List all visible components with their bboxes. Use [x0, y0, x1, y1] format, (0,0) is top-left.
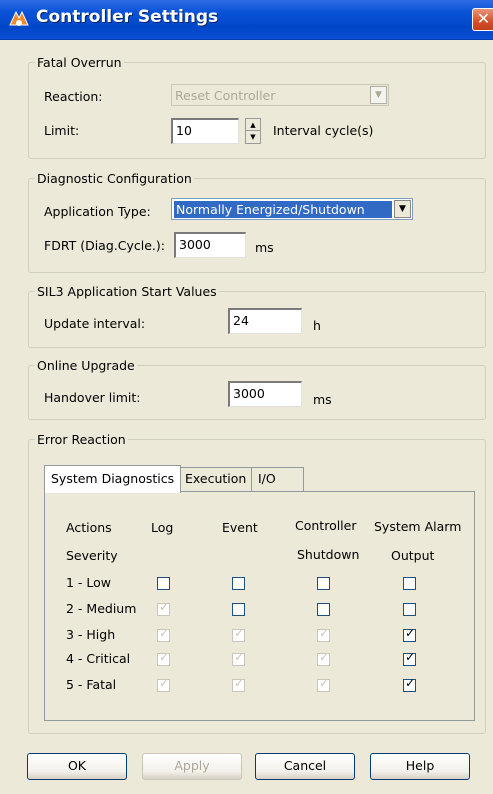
fdrt-input[interactable]: 3000 [174, 232, 246, 258]
close-button[interactable]: ✕ [472, 8, 493, 31]
log-header: Log [151, 520, 174, 535]
tab-system-diagnostics[interactable]: System Diagnostics [44, 465, 182, 493]
alarm-checkbox[interactable]: ✓ [403, 626, 416, 642]
event-checkbox[interactable]: ✓ [232, 626, 245, 642]
tab-io[interactable]: I/O [251, 467, 304, 491]
tab-label: Execution [185, 471, 247, 486]
tab-label: System Diagnostics [51, 471, 175, 486]
handover-limit-input[interactable]: 3000 [228, 381, 302, 407]
check-icon: ✓ [319, 626, 330, 640]
apply-button[interactable]: Apply [142, 753, 242, 780]
event-header: Event [222, 520, 258, 535]
window-title: Controller Settings [36, 7, 219, 27]
severity-label: 5 - Fatal [66, 677, 117, 692]
diagnostic-legend: Diagnostic Configuration [37, 171, 192, 186]
log-checkbox[interactable]: ✓ [157, 600, 170, 616]
check-icon: ✓ [234, 650, 245, 664]
shutdown-header: Shutdown [297, 547, 360, 562]
ok-button[interactable]: OK [27, 753, 127, 780]
update-interval-input[interactable]: 24 [228, 308, 302, 334]
controller-header: Controller [295, 518, 357, 533]
shutdown-checkbox[interactable]: ✓ [317, 650, 330, 666]
diagnostic-group: Diagnostic Configuration [28, 171, 486, 273]
alarm-checkbox[interactable]: ✓ [403, 650, 416, 666]
handover-limit-label: Handover limit: [44, 390, 141, 405]
check-icon: ✓ [319, 676, 330, 690]
spin-down-icon[interactable]: ▼ [246, 131, 260, 143]
severity-label: 3 - High [66, 627, 116, 642]
cancel-button[interactable]: Cancel [255, 753, 355, 780]
severity-label: 1 - Low [66, 575, 112, 590]
severity-header: Severity [66, 548, 118, 563]
check-icon: ✓ [319, 650, 330, 664]
event-checkbox[interactable]: ✓ [232, 650, 245, 666]
alarm-checkbox[interactable] [403, 577, 416, 590]
application-type-select[interactable]: Normally Energized/Shutdown ▼ [171, 198, 413, 220]
shutdown-checkbox[interactable] [317, 603, 330, 616]
update-interval-unit: h [313, 318, 321, 333]
limit-input[interactable]: 10 [171, 118, 239, 144]
update-interval-label: Update interval: [44, 316, 146, 331]
severity-label: 4 - Critical [66, 651, 131, 666]
title-bar[interactable]: Controller Settings ✕ [0, 0, 493, 40]
check-icon: ✓ [234, 626, 245, 640]
check-icon: ✓ [234, 676, 245, 690]
fdrt-label: FDRT (Diag.Cycle.): [44, 238, 165, 253]
close-icon: ✕ [476, 9, 491, 28]
reaction-value: Reset Controller [175, 88, 276, 103]
tab-execution[interactable]: Execution [178, 467, 254, 491]
limit-stepper[interactable]: ▲ ▼ [245, 118, 261, 144]
event-checkbox[interactable] [232, 603, 245, 616]
update-interval-value: 24 [233, 313, 249, 328]
tab-label: I/O [258, 471, 276, 486]
limit-label: Limit: [44, 123, 80, 138]
shutdown-checkbox[interactable]: ✓ [317, 676, 330, 692]
severity-label: 2 - Medium [66, 601, 137, 616]
app-icon [9, 10, 29, 26]
spin-up-icon[interactable]: ▲ [246, 119, 260, 131]
check-icon: ✓ [159, 626, 170, 640]
check-icon: ✓ [405, 626, 416, 640]
check-icon: ✓ [405, 676, 416, 690]
alarm-checkbox[interactable]: ✓ [403, 676, 416, 692]
actions-header: Actions [66, 520, 112, 535]
reaction-select[interactable]: Reset Controller ▼ [171, 84, 389, 106]
event-checkbox[interactable] [232, 577, 245, 590]
online-upgrade-legend: Online Upgrade [37, 358, 135, 373]
fdrt-value: 3000 [179, 237, 211, 252]
handover-limit-unit: ms [313, 392, 332, 407]
application-type-value: Normally Energized/Shutdown [174, 201, 392, 218]
system-alarm-header: System Alarm [374, 519, 462, 534]
shutdown-checkbox[interactable]: ✓ [317, 626, 330, 642]
alarm-checkbox[interactable] [403, 603, 416, 616]
handover-limit-value: 3000 [233, 386, 265, 401]
check-icon: ✓ [159, 600, 170, 614]
check-icon: ✓ [405, 650, 416, 664]
event-checkbox[interactable]: ✓ [232, 676, 245, 692]
shutdown-checkbox[interactable] [317, 577, 330, 590]
sil3-legend: SIL3 Application Start Values [37, 284, 217, 299]
chevron-down-icon[interactable]: ▼ [370, 86, 387, 104]
fatal-overrun-legend: Fatal Overrun [37, 55, 122, 70]
log-checkbox[interactable]: ✓ [157, 650, 170, 666]
help-button[interactable]: Help [370, 753, 470, 780]
chevron-down-icon[interactable]: ▼ [394, 200, 411, 218]
log-checkbox[interactable]: ✓ [157, 626, 170, 642]
reaction-label: Reaction: [44, 89, 103, 104]
limit-value: 10 [176, 123, 192, 138]
output-header: Output [391, 548, 435, 563]
fdrt-unit: ms [255, 240, 274, 255]
limit-unit: Interval cycle(s) [273, 123, 374, 138]
application-type-label: Application Type: [44, 204, 151, 219]
check-icon: ✓ [159, 650, 170, 664]
error-reaction-legend: Error Reaction [37, 432, 126, 447]
log-checkbox[interactable] [157, 577, 170, 590]
check-icon: ✓ [159, 676, 170, 690]
log-checkbox[interactable]: ✓ [157, 676, 170, 692]
